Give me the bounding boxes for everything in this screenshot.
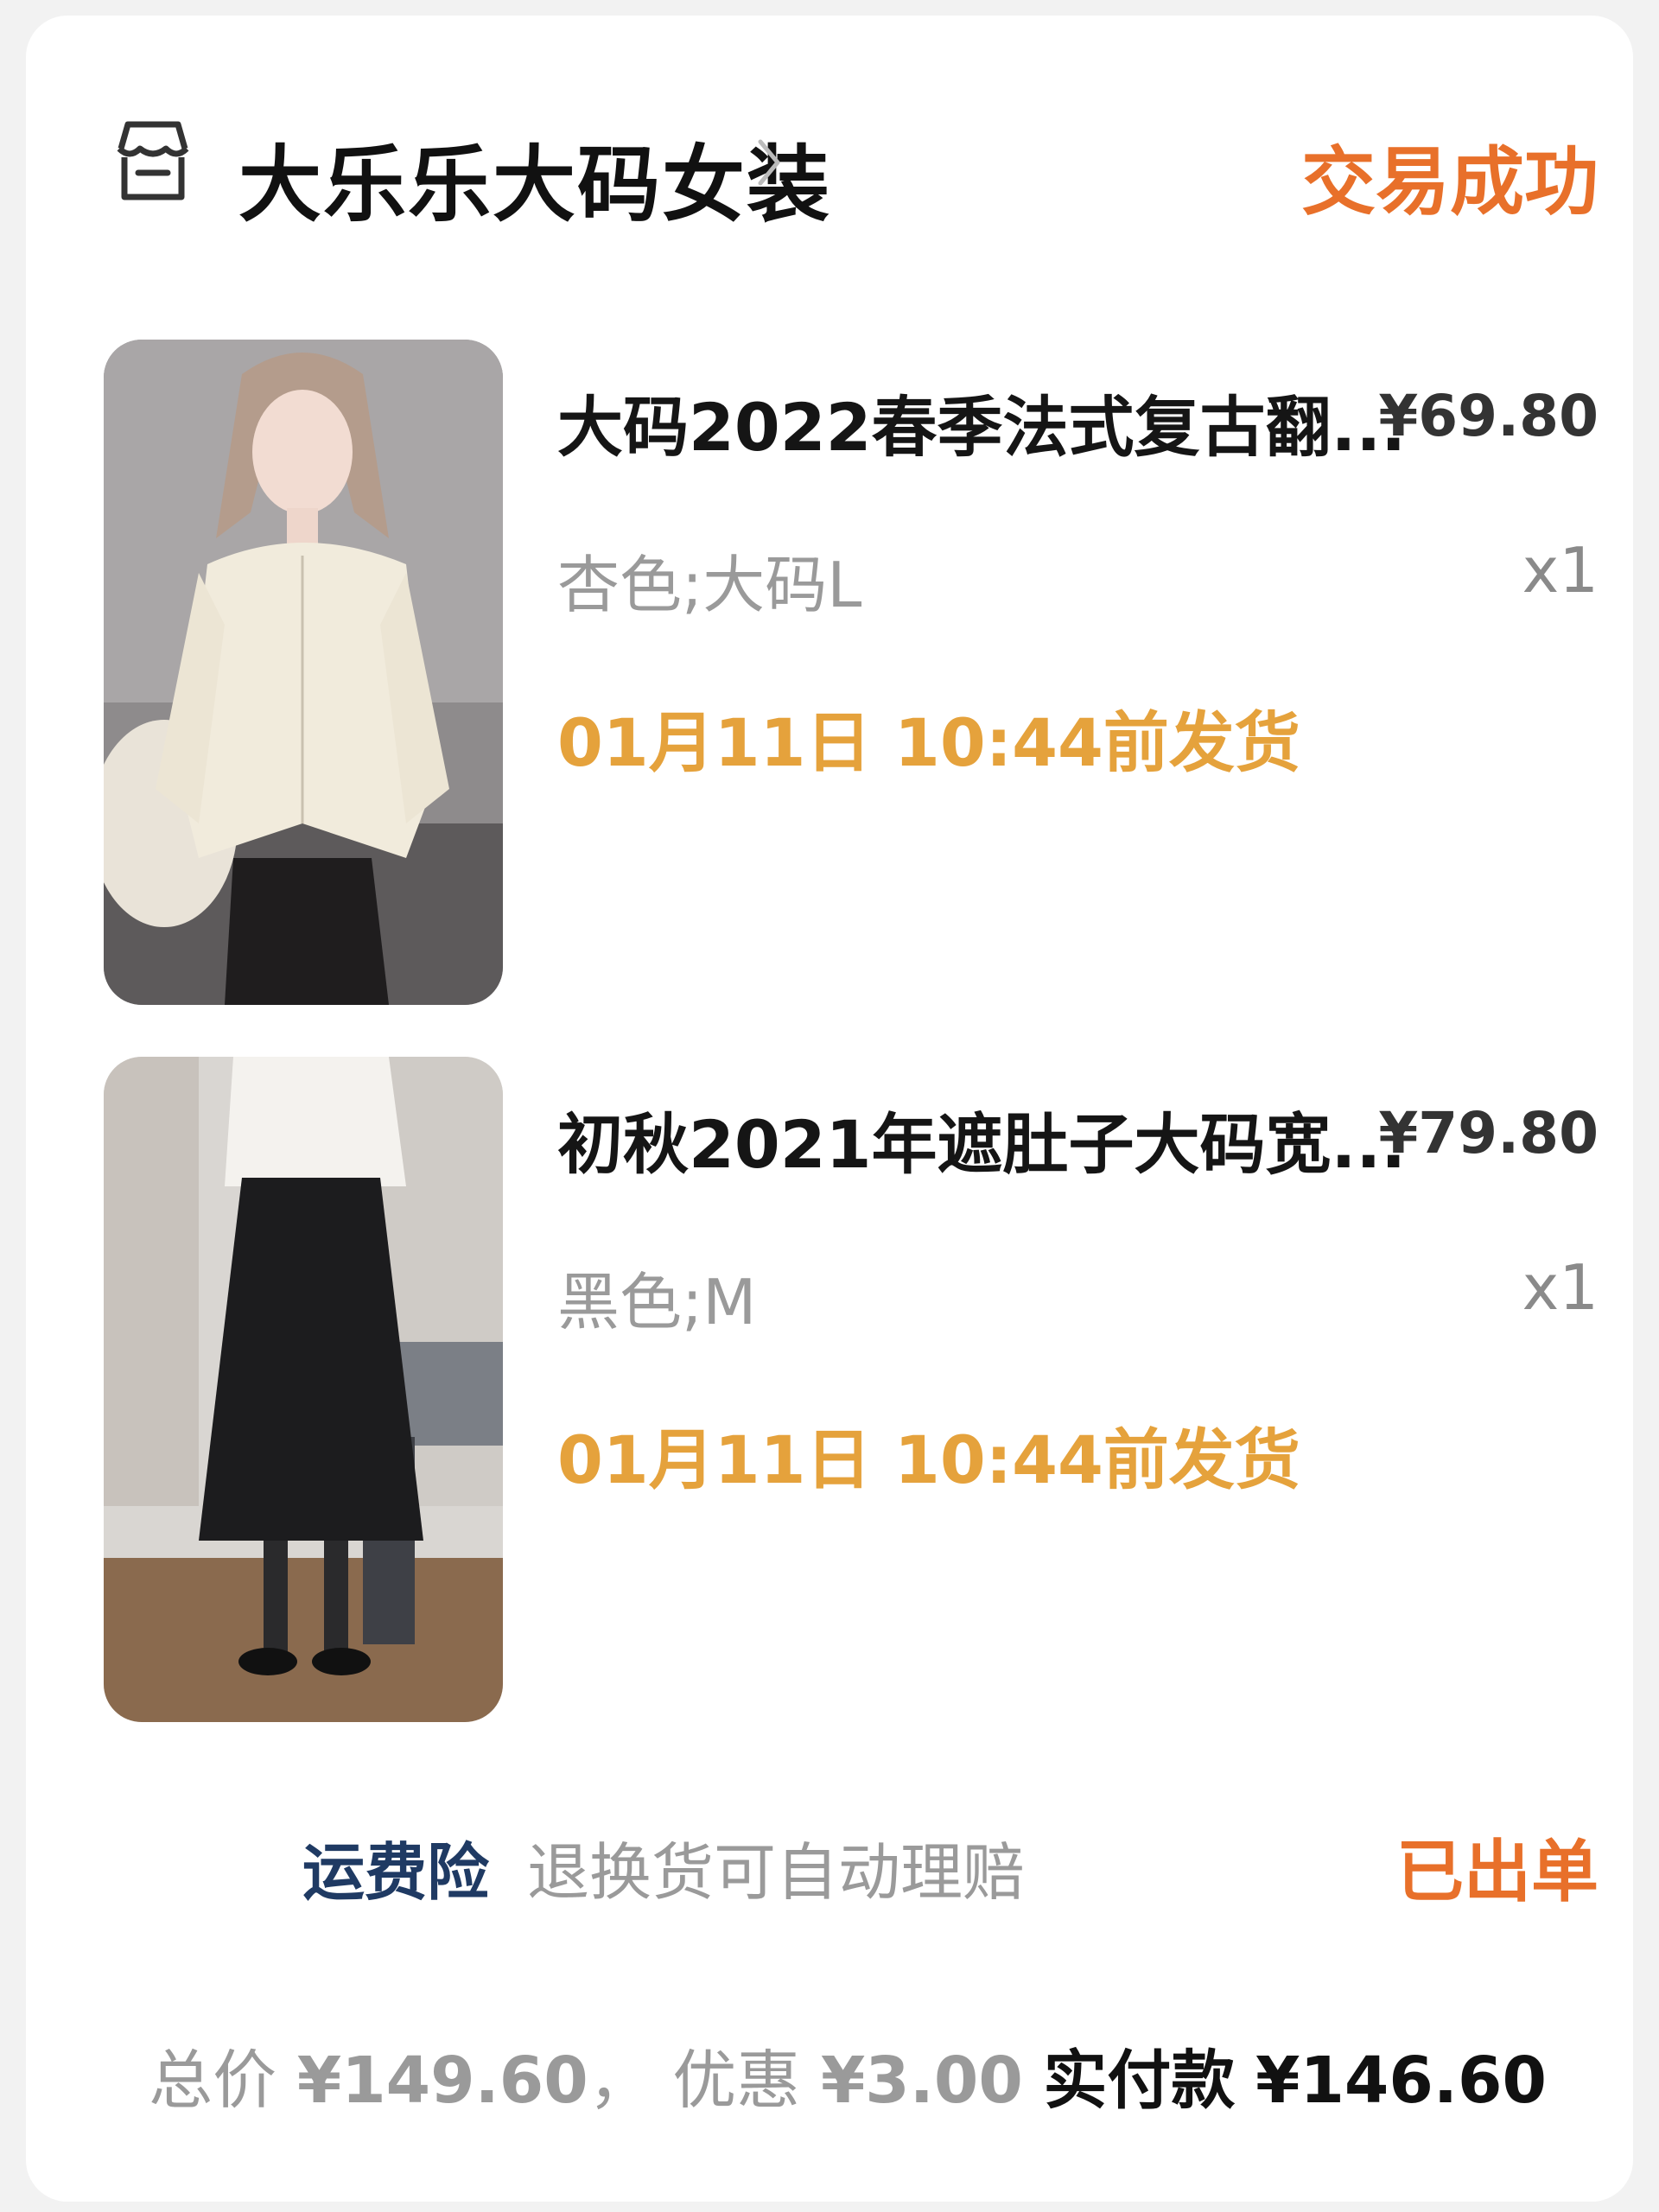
chevron-right-icon[interactable] — [752, 137, 786, 188]
shop-icon — [117, 121, 189, 200]
product-image[interactable] — [104, 1057, 503, 1722]
order-totals: 总价 ¥149.60， 优惠 ¥3.00 实付款 ¥146.60 — [149, 2029, 1547, 2121]
product-sku: 黑色;M — [557, 1266, 757, 1338]
product-sku: 杏色;大码L — [557, 549, 862, 621]
paid-amount: ¥146.60 — [1255, 2044, 1547, 2118]
product-title[interactable]: 大码2022春季法式复古翻... — [557, 374, 1406, 469]
order-status: 交易成功 — [1301, 139, 1599, 226]
shipping-deadline: 01月11日 10:44前发货 — [557, 1421, 1300, 1498]
shop-name[interactable]: 大乐乐大码女装 — [238, 118, 831, 238]
order-item[interactable]: 大码2022春季法式复古翻... ¥69.80 杏色;大码L x1 01月11日… — [104, 340, 1599, 1005]
product-quantity: x1 — [1522, 1251, 1599, 1324]
product-price: ¥79.80 — [1378, 1100, 1599, 1166]
total-label: 总价 — [149, 2044, 277, 2118]
shipping-insurance-row[interactable]: 运费险 退换货可自动理赔 已出单 — [104, 1813, 1599, 1911]
shipping-deadline: 01月11日 10:44前发货 — [557, 704, 1300, 781]
discount-amount: ¥3.00 — [820, 2044, 1023, 2118]
total-amount: ¥149.60 — [296, 2044, 588, 2118]
product-image[interactable] — [104, 340, 503, 1005]
order-item[interactable]: 初秋2021年遮肚子大码宽... ¥79.80 黑色;M x1 01月11日 1… — [104, 1057, 1599, 1722]
totals-separator: ， — [588, 2044, 652, 2118]
product-title[interactable]: 初秋2021年遮肚子大码宽... — [557, 1091, 1406, 1186]
product-quantity: x1 — [1522, 534, 1599, 607]
insurance-status: 已出单 — [1395, 1834, 1599, 1911]
discount-label: 优惠 — [672, 2044, 801, 2118]
product-price: ¥69.80 — [1378, 383, 1599, 449]
shop-header[interactable]: 大乐乐大码女装 交易成功 — [78, 102, 1599, 233]
insurance-name: 运费险 — [302, 1836, 490, 1909]
insurance-description: 退换货可自动理赔 — [527, 1836, 1026, 1909]
paid-label: 实付款 — [1043, 2044, 1236, 2118]
order-card[interactable]: 大乐乐大码女装 交易成功 大码2022春季法式复古翻... ¥69.80 杏色;… — [26, 16, 1633, 2202]
